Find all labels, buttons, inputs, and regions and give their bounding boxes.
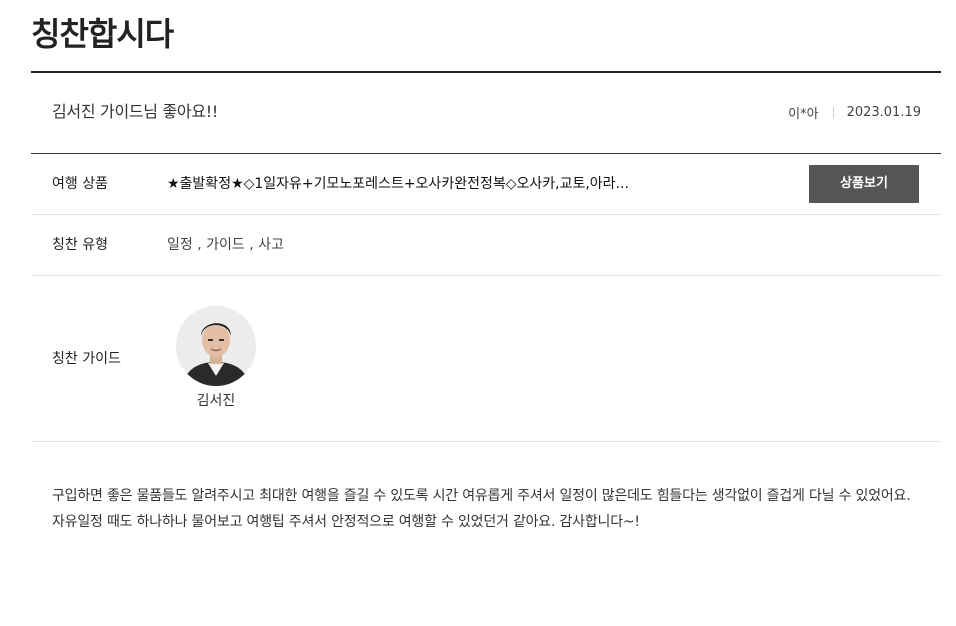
praise-guide-label: 칭찬 가이드 [52,351,121,367]
header-divider [31,153,941,154]
review-body: 구입하면 좋은 물품들도 알려주시고 최대한 여행을 즐길 수 있도록 시간 여… [52,488,911,530]
title-divider [31,71,941,73]
praise-type-value: 일정 , 가이드 , 사고 [167,237,284,253]
row-divider [31,275,941,276]
praise-board-detail: 칭찬합시다 김서진 가이드님 좋아요!! 이*아 2023.01.19 여행 상… [0,0,956,626]
row-divider [31,441,941,442]
guide-name: 김서진 [196,393,236,409]
post-meta: 이*아 2023.01.19 [788,103,921,122]
post-date: 2023.01.19 [846,105,921,120]
page-title: 칭찬합시다 [31,15,174,53]
guide-card: 김서진 [175,306,257,411]
row-divider [31,214,941,215]
meta-separator [832,107,834,118]
product-label: 여행 상품 [52,176,108,192]
view-product-button[interactable]: 상품보기 [809,165,919,203]
guide-avatar [176,306,256,386]
product-value: ★출발확정★◇1일자유+기모노포레스트+오사카완전정복◇오사카,교토,아라... [167,176,629,192]
post-title: 김서진 가이드님 좋아요!! [52,102,219,121]
post-author: 이*아 [788,107,819,122]
praise-type-label: 칭찬 유형 [52,237,108,253]
guide-photo-icon [176,306,256,386]
